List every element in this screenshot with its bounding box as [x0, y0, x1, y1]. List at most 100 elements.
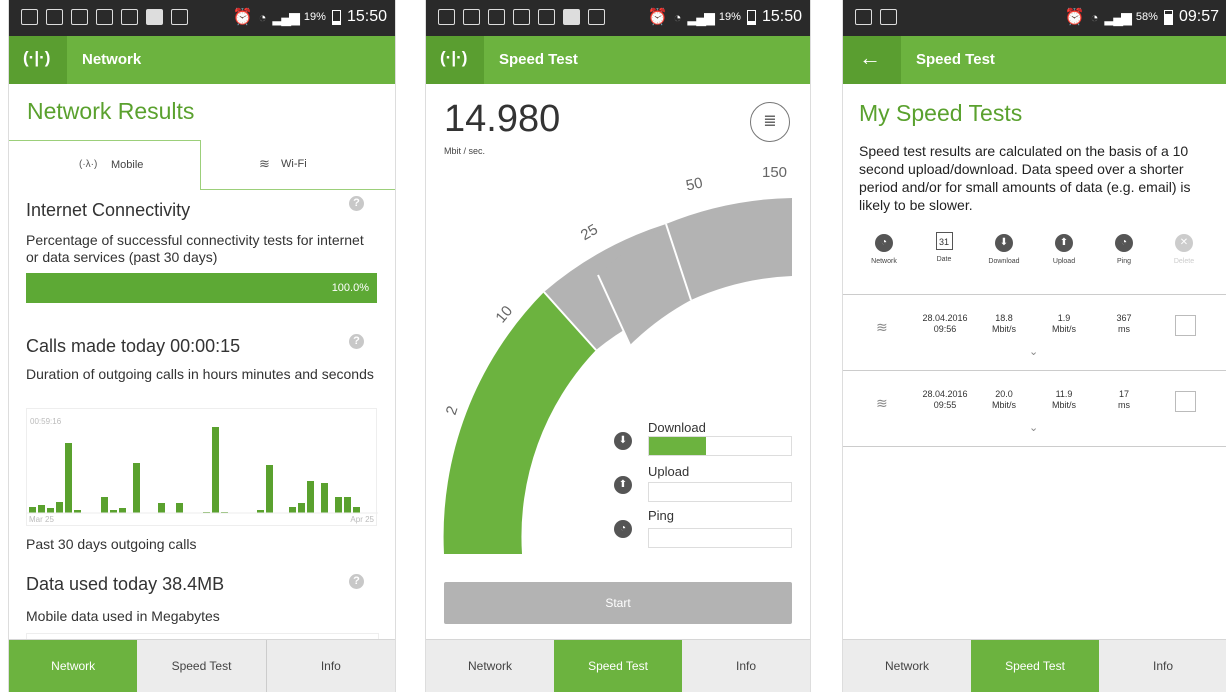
chevron-down-icon[interactable]: ⌄ [1029, 345, 1038, 358]
mail-icon [21, 9, 38, 25]
column-label: Date [936, 256, 952, 263]
chart-bar [289, 507, 296, 513]
section-title: Calls made today 00:00:15 [26, 336, 241, 356]
nav-network[interactable]: Network [843, 640, 971, 692]
battery-icon [1163, 9, 1173, 25]
wifi-icon: ◔ [1090, 9, 1099, 25]
chart-bar [176, 503, 183, 513]
gauge-segment [443, 292, 596, 554]
nav-network[interactable]: Network [426, 640, 554, 692]
calendar-icon: 31 [935, 232, 953, 250]
nav-speed-test[interactable]: Speed Test [137, 640, 267, 692]
chart-bar [266, 465, 273, 513]
antenna-icon[interactable]: (·|·) [9, 36, 67, 84]
row-ping: 17 [1118, 389, 1129, 399]
chart-x-start-label: Mar 25 [29, 515, 54, 524]
column-label: Ping [1116, 258, 1131, 265]
calendar-icon [71, 9, 88, 25]
nav-info[interactable]: Info [267, 640, 395, 692]
download-icon: ⬇ [995, 234, 1013, 252]
row-ping: 367 [1116, 313, 1132, 323]
calendar-icon [488, 9, 505, 25]
wifi-icon: ≋ [876, 319, 888, 335]
chart-bar [335, 497, 342, 513]
table-row[interactable]: ≋ 28.04.2016 09:55 20.0 Mbit/s 11.9 Mbit… [843, 371, 1226, 447]
screen-title: Network [82, 51, 142, 68]
gallery-icon [588, 9, 605, 25]
antenna-icon[interactable]: (·|·) [426, 36, 484, 84]
section-description: Mobile data used in Megabytes [26, 608, 220, 624]
upload-icon: ⬆ [1055, 234, 1073, 252]
image-icon [880, 9, 897, 25]
chart-caption: Past 30 days outgoing calls [26, 536, 197, 552]
alarm-icon: ⏰ [232, 9, 253, 26]
chart-bar [321, 483, 328, 513]
network-screen: ⏰ ◔ ▂▄▆ 19% 15:50 (·|·) Network Network … [8, 0, 396, 692]
download-bar [648, 436, 792, 456]
wifi-icon: ≋ [876, 395, 888, 411]
status-bar: ⏰ ◔ ▂▄▆ 19% 15:50 [426, 0, 810, 36]
tab-wifi[interactable]: ≋ Wi-Fi [201, 140, 395, 190]
column-label: Upload [1052, 258, 1076, 265]
speed-unit: Mbit / sec. [444, 146, 486, 156]
alarm-icon: ⏰ [647, 9, 668, 26]
row-checkbox[interactable] [1175, 391, 1196, 412]
flipboard-icon [146, 9, 163, 25]
chart-bar [307, 481, 314, 513]
nav-speed-test[interactable]: Speed Test [971, 640, 1099, 692]
back-button[interactable]: ← [843, 36, 901, 84]
tab-label: Mobile [111, 159, 144, 171]
signal-icon: ▂▄▆ [1104, 8, 1131, 25]
column-label: Delete [1173, 258, 1195, 265]
row-upload: 11.9 [1055, 389, 1073, 399]
chart-bar [65, 443, 72, 513]
wifi-icon: ◔ [258, 9, 267, 25]
screen-title: Speed Test [499, 51, 578, 68]
ping-icon: ◔ [1115, 234, 1133, 252]
metric-label: Ping [648, 508, 675, 523]
column-upload: ⬆ Upload [1041, 232, 1087, 265]
row-checkbox[interactable] [1175, 315, 1196, 336]
connectivity-progress-bar: 100.0% [26, 273, 377, 303]
image-icon [513, 9, 530, 25]
nav-info[interactable]: Info [682, 640, 810, 692]
app-bar: (·|·) Speed Test [426, 36, 810, 84]
table-row[interactable]: ≋ 28.04.2016 09:56 18.8 Mbit/s 1.9 Mbit/… [843, 295, 1226, 371]
row-date: 28.04.2016 [922, 389, 968, 399]
column-label: Download [988, 258, 1020, 265]
column-ping: ◔ Ping [1101, 232, 1147, 265]
chart-bar [56, 502, 63, 513]
app-bar: (·|·) Network [9, 36, 395, 84]
upload-metric: ⬆ Upload [614, 464, 794, 504]
tab-mobile[interactable]: (·λ·) Mobile [9, 140, 201, 190]
page-title: My Speed Tests [859, 100, 1023, 126]
notification-icons [438, 9, 605, 25]
nav-network[interactable]: Network [9, 640, 138, 692]
start-button[interactable]: Start [444, 582, 792, 624]
chevron-down-icon[interactable]: ⌄ [1029, 421, 1038, 434]
help-icon[interactable]: ? [349, 196, 364, 211]
progress-fill [26, 273, 377, 303]
help-icon[interactable]: ? [349, 574, 364, 589]
history-button[interactable]: ≣ [750, 102, 790, 142]
page-title: Network Results [27, 98, 195, 124]
section-title: Internet Connectivity [26, 200, 191, 220]
row-upload-unit: Mbit/s [1051, 324, 1076, 334]
nav-speed-test[interactable]: Speed Test [554, 640, 682, 692]
signal-icon: ▂▄▆ [687, 8, 714, 25]
gauge-tick: 50 [684, 174, 705, 195]
column-delete[interactable]: ✕ Delete [1161, 232, 1207, 265]
battery-icon [746, 9, 756, 25]
column-headers: ◔ Network 31 Date ⬇ Download ⬆ Upload ◔ … [843, 232, 1226, 278]
column-label: Network [871, 258, 897, 265]
nav-info[interactable]: Info [1099, 640, 1226, 692]
ping-metric: ◔ Ping [614, 508, 794, 548]
help-icon[interactable]: ? [349, 334, 364, 349]
upload-bar [648, 482, 792, 502]
row-download: 18.8 [995, 313, 1013, 323]
bottom-nav: Network Speed Test Info [843, 639, 1226, 692]
metric-label: Download [648, 420, 706, 435]
message-icon [855, 9, 872, 25]
battery-percent: 19% [303, 11, 326, 23]
wifi-icon: ◔ [673, 9, 682, 25]
